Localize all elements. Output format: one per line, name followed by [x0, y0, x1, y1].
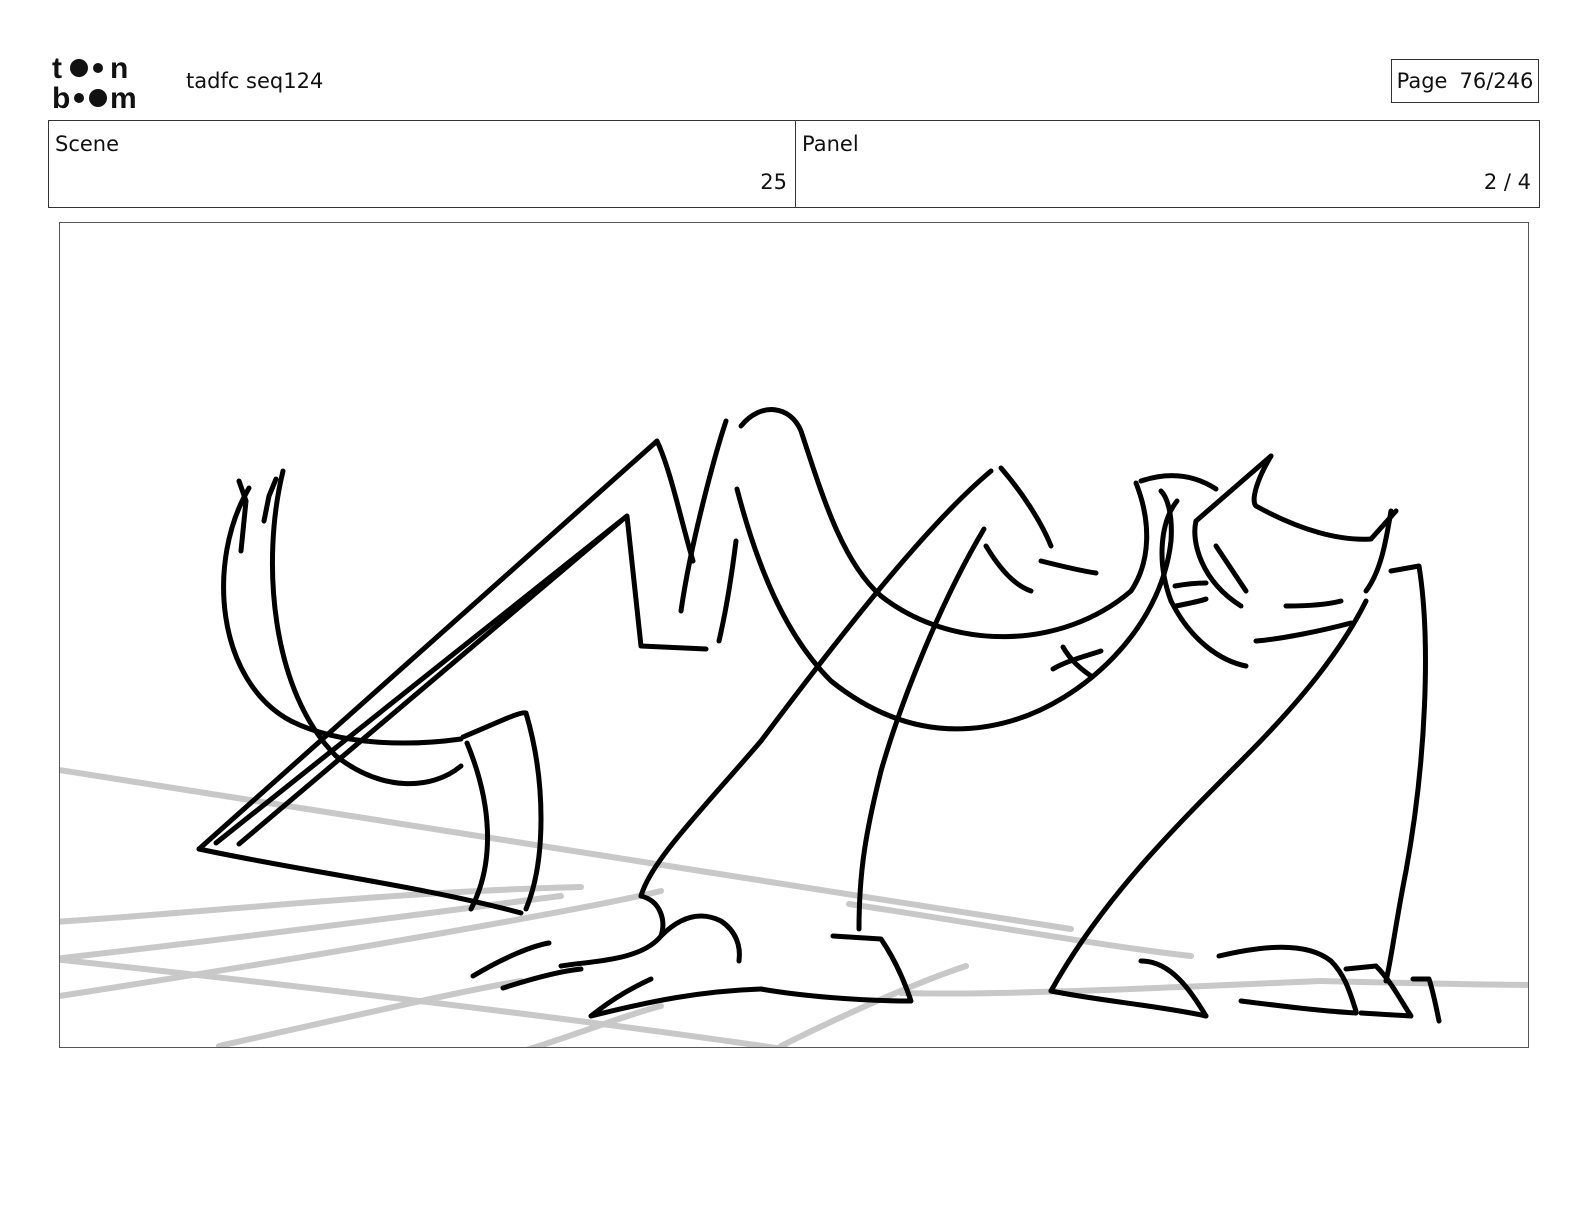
svg-text:m: m — [110, 82, 137, 112]
toon-boom-logo: t n b m — [52, 52, 137, 112]
svg-text:t: t — [52, 52, 62, 85]
character-sketch — [196, 407, 1442, 1024]
storyboard-sketch-icon — [60, 407, 1528, 1047]
scene-number: 25 — [760, 170, 787, 194]
panel-label: Panel — [802, 132, 859, 156]
panel-number: 2 / 4 — [1483, 170, 1531, 194]
page-indicator: Page 76/246 — [1391, 59, 1539, 103]
page-label: Page — [1396, 69, 1448, 93]
document-title: tadfc seq124 — [186, 69, 324, 93]
svg-text:b: b — [52, 82, 70, 112]
panel-cell: Panel 2 / 4 — [796, 121, 1539, 207]
svg-text:n: n — [110, 52, 128, 85]
scene-label: Scene — [55, 132, 120, 156]
storyboard-panel-frame — [59, 222, 1529, 1048]
scene-cell: Scene 25 — [49, 121, 796, 207]
scene-panel-table: Scene 25 Panel 2 / 4 — [48, 120, 1540, 208]
page-number: 76/246 — [1459, 69, 1534, 93]
